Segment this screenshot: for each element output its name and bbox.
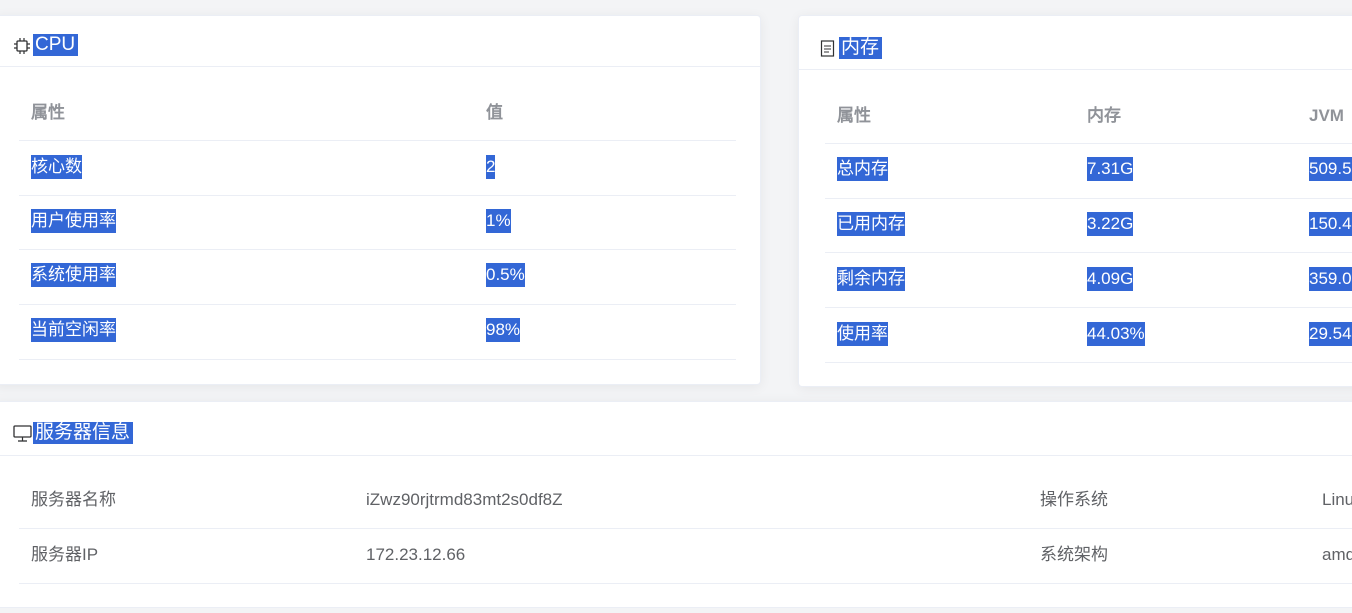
cpu-row-name: 核心数 bbox=[31, 155, 82, 179]
mem-row-mem: 4.09G bbox=[1087, 267, 1134, 291]
cpu-row-value: 98% bbox=[486, 318, 521, 342]
server-name-value: iZwz90rjtrmd83mt2s0df8Z bbox=[366, 490, 563, 509]
mem-col-jvm-header: JVM bbox=[1309, 106, 1344, 125]
mem-row-name: 总内存 bbox=[837, 157, 888, 181]
mem-col-attr-header: 属性 bbox=[837, 106, 871, 125]
cpu-row-name: 用户使用率 bbox=[31, 209, 116, 233]
cpu-card-header: CPU bbox=[0, 16, 760, 67]
cpu-icon bbox=[13, 37, 31, 55]
cpu-row-value: 1% bbox=[486, 209, 511, 233]
server-card-header: 服务器信息 bbox=[0, 402, 1352, 456]
server-info-card: 服务器信息 服务器名称 iZwz90rjtrmd83mt2s0df8Z 操作系统… bbox=[0, 401, 1352, 608]
page-bottom-strip bbox=[0, 608, 1352, 613]
mem-row-jvm: 150.4 bbox=[1309, 212, 1352, 236]
mem-row-mem: 7.31G bbox=[1087, 157, 1134, 181]
table-row: 服务器IP 172.23.12.66 系统架构 amd bbox=[19, 529, 1352, 584]
mem-row-jvm: 359.0 bbox=[1309, 267, 1352, 291]
cpu-row-value: 0.5% bbox=[486, 263, 525, 287]
monitor-icon bbox=[13, 424, 32, 443]
memory-card-header: 内存 bbox=[799, 16, 1352, 70]
table-row: 服务器名称 iZwz90rjtrmd83mt2s0df8Z 操作系统 Linu bbox=[19, 474, 1352, 529]
memory-table-header-row: 属性 内存 JVM bbox=[825, 89, 1352, 144]
mem-row-jvm: 29.54 bbox=[1309, 322, 1352, 346]
table-row: 用户使用率 1% bbox=[19, 196, 736, 250]
table-row: 已用内存 3.22G 150.4 bbox=[825, 199, 1352, 253]
cpu-row-name: 当前空闲率 bbox=[31, 318, 116, 342]
cpu-row-value: 2 bbox=[486, 155, 496, 179]
table-row: 剩余内存 4.09G 359.0 bbox=[825, 253, 1352, 308]
memory-card: 内存 属性 内存 JVM 总内存 7.31G 509.5 已用内存 3.22G … bbox=[798, 15, 1352, 387]
table-row: 核心数 2 bbox=[19, 141, 736, 196]
arch-label: 系统架构 bbox=[1040, 545, 1108, 564]
cpu-table-header-row: 属性 值 bbox=[19, 86, 736, 141]
mem-col-mem-header: 内存 bbox=[1087, 106, 1121, 125]
document-icon bbox=[820, 40, 836, 57]
memory-card-title: 内存 bbox=[839, 37, 883, 59]
cpu-card-title: CPU bbox=[33, 34, 79, 56]
table-row: 总内存 7.31G 509.5 bbox=[825, 144, 1352, 199]
server-name-label: 服务器名称 bbox=[31, 490, 116, 509]
arch-value: amd bbox=[1322, 545, 1352, 564]
cpu-col-value-header: 值 bbox=[486, 103, 503, 122]
cpu-row-name: 系统使用率 bbox=[31, 263, 116, 287]
mem-row-name: 已用内存 bbox=[837, 212, 905, 236]
mem-row-name: 剩余内存 bbox=[837, 267, 905, 291]
table-row: 使用率 44.03% 29.54 bbox=[825, 308, 1352, 363]
os-label: 操作系统 bbox=[1040, 490, 1108, 509]
server-ip-label: 服务器IP bbox=[31, 545, 99, 564]
server-ip-value: 172.23.12.66 bbox=[366, 545, 466, 564]
table-row: 当前空闲率 98% bbox=[19, 305, 736, 360]
mem-row-mem: 3.22G bbox=[1087, 212, 1134, 236]
server-card-title: 服务器信息 bbox=[33, 422, 134, 444]
mem-row-mem: 44.03% bbox=[1087, 322, 1145, 346]
table-row: 系统使用率 0.5% bbox=[19, 250, 736, 305]
cpu-card: CPU 属性 值 核心数 2 用户使用率 1% 系统使用率 0.5% 当前空闲率… bbox=[0, 15, 761, 385]
cpu-col-attr-header: 属性 bbox=[31, 103, 65, 122]
os-value: Linu bbox=[1322, 490, 1352, 509]
mem-row-name: 使用率 bbox=[837, 322, 888, 346]
mem-row-jvm: 509.5 bbox=[1309, 157, 1352, 181]
